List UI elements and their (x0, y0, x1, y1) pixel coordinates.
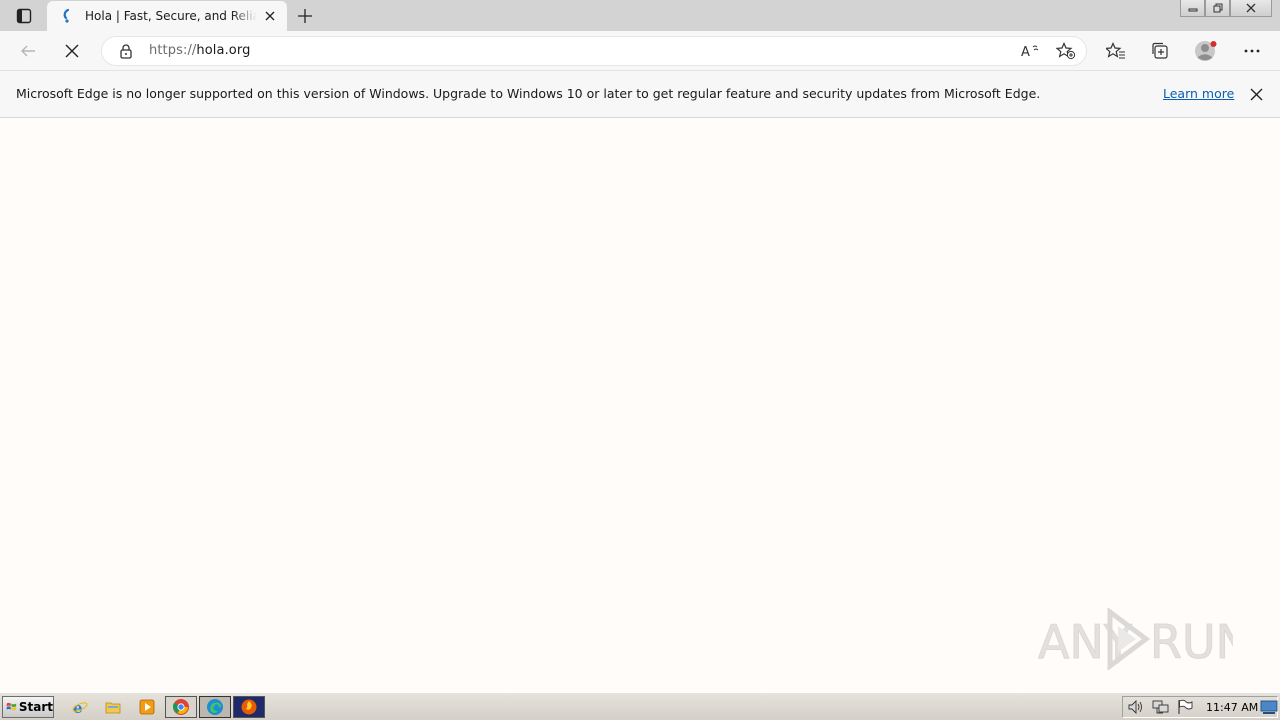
favorites-icon (1106, 42, 1125, 59)
tab-close-button[interactable] (261, 7, 279, 25)
taskbar-chrome[interactable] (165, 696, 197, 718)
title-bar: Hola | Fast, Secure, and Reliable F (0, 0, 1280, 31)
network-icon (1152, 700, 1169, 714)
add-favorite-button[interactable] (1055, 41, 1077, 61)
unsupported-os-infobar: Microsoft Edge is no longer supported on… (0, 71, 1280, 118)
close-icon (265, 11, 275, 21)
windows-logo-icon (6, 702, 17, 711)
stop-loading-button[interactable] (57, 37, 87, 65)
svg-text:A: A (1021, 45, 1030, 60)
close-icon (1250, 88, 1262, 100)
firefox-icon (241, 699, 257, 715)
taskbar-firefox[interactable] (233, 696, 265, 718)
taskbar: Start e 11:47 AM (0, 692, 1280, 720)
show-desktop-icon (1260, 700, 1278, 714)
url-text[interactable]: https://hola.org (149, 43, 250, 58)
hola-favicon (63, 8, 70, 23)
show-desktop-button[interactable] (1259, 698, 1279, 716)
page-content: ANY RUN (0, 118, 1280, 692)
tab-actions-icon (16, 8, 32, 24)
start-label: Start (18, 700, 53, 714)
more-menu-button[interactable] (1237, 37, 1267, 65)
tray-volume[interactable] (1126, 698, 1146, 716)
window-controls (1180, 0, 1272, 18)
tab-title: Hola | Fast, Secure, and Reliable F (85, 9, 257, 23)
profile-avatar-icon (1195, 41, 1217, 61)
start-button[interactable]: Start (2, 696, 54, 718)
edge-icon (207, 699, 223, 715)
tray-network[interactable] (1151, 698, 1171, 716)
restore-button[interactable] (1205, 0, 1230, 17)
volume-icon (1128, 699, 1142, 715)
collections-button[interactable] (1145, 37, 1175, 65)
tab-actions-button[interactable] (8, 4, 40, 28)
close-window-button[interactable] (1230, 0, 1272, 17)
tab-hola[interactable]: Hola | Fast, Secure, and Reliable F (47, 1, 287, 31)
new-tab-button[interactable] (292, 4, 318, 28)
browser-toolbar: https://hola.org A (0, 31, 1280, 71)
learn-more-link[interactable]: Learn more (1163, 86, 1234, 101)
internet-explorer-icon: e (72, 699, 88, 715)
more-menu-icon (1244, 49, 1260, 53)
read-aloud-icon: A (1021, 45, 1039, 60)
svg-text:RUN: RUN (1150, 615, 1233, 669)
flag-icon (1178, 699, 1193, 714)
add-favorite-icon (1056, 42, 1076, 60)
minimize-button[interactable] (1180, 0, 1205, 17)
plus-icon (298, 9, 312, 23)
chrome-icon (173, 699, 189, 715)
taskbar-edge[interactable] (199, 696, 231, 718)
taskbar-clock[interactable]: 11:47 AM (1206, 701, 1258, 714)
infobar-message: Microsoft Edge is no longer supported on… (16, 86, 1041, 101)
tray-action-center[interactable] (1175, 698, 1195, 716)
back-arrow-icon (21, 45, 35, 57)
close-window-icon (1246, 3, 1256, 13)
collections-icon (1152, 42, 1168, 59)
back-button[interactable] (13, 37, 43, 65)
quicklaunch-media-player[interactable] (137, 698, 157, 716)
quicklaunch-explorer[interactable] (103, 698, 123, 716)
file-explorer-icon (105, 702, 121, 714)
restore-icon (1213, 3, 1222, 13)
infobar-close-button[interactable] (1246, 84, 1266, 104)
minimize-icon (1188, 8, 1197, 12)
url-scheme: https:// (149, 43, 197, 58)
stop-loading-icon (65, 44, 79, 58)
url-host: hola.org (196, 43, 251, 58)
favorites-button[interactable] (1101, 37, 1131, 65)
anyrun-watermark: ANY RUN (1038, 608, 1233, 670)
quicklaunch-ie[interactable]: e (70, 698, 90, 716)
media-player-icon (139, 699, 155, 715)
profile-button[interactable] (1191, 37, 1221, 65)
read-aloud-button[interactable]: A (1019, 41, 1041, 61)
lock-icon[interactable] (118, 43, 134, 59)
address-bar[interactable]: https://hola.org A (101, 36, 1087, 66)
